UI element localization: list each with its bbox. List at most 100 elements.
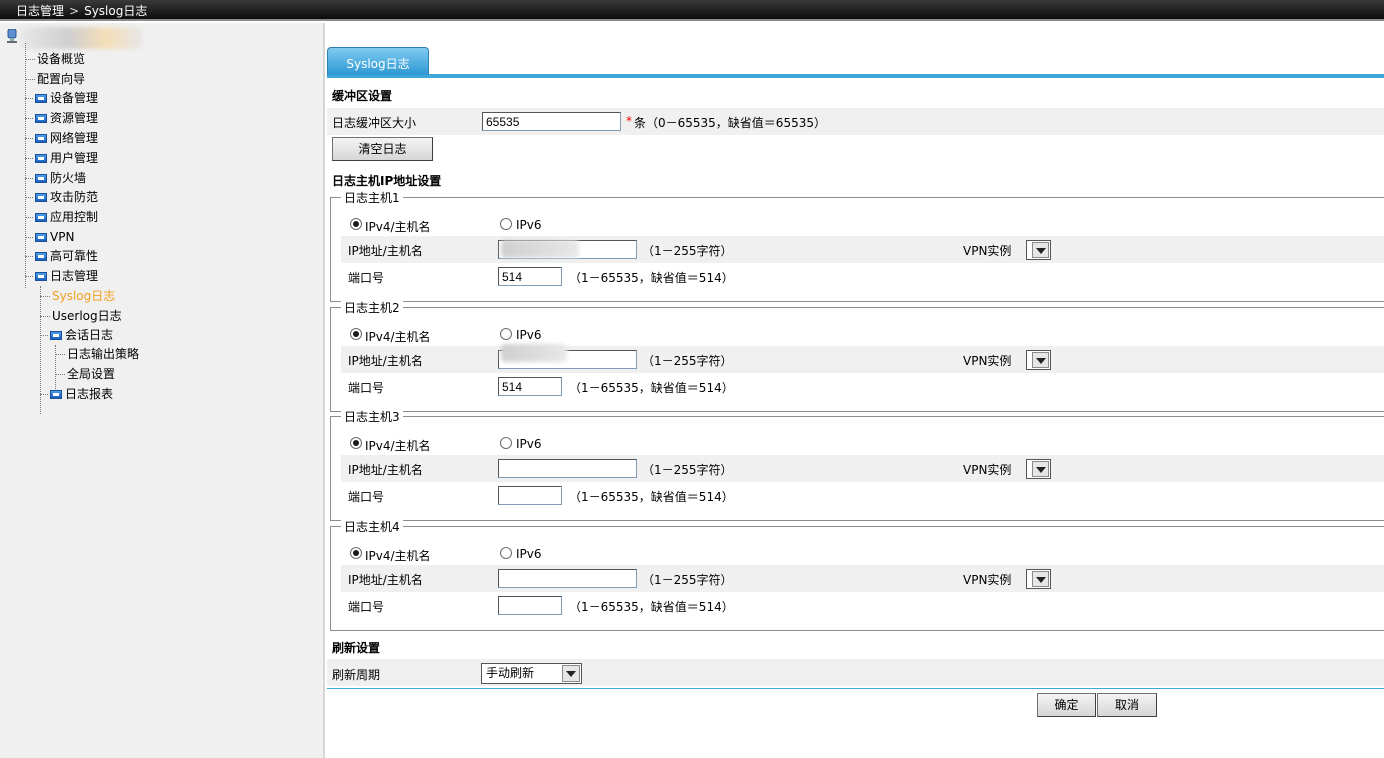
sidebar-item-log-output-policy[interactable]: 日志输出策略 bbox=[55, 345, 139, 363]
chevron-down-icon bbox=[1032, 242, 1049, 258]
port-input[interactable] bbox=[498, 377, 562, 396]
sidebar-item-vpn[interactable]: VPN bbox=[25, 228, 74, 246]
log-host-4-group: 日志主机4 IPv4/主机名 IPv6 IP地址/主机名 （1－255字符） V… bbox=[330, 518, 1384, 631]
breadcrumb-separator: > bbox=[69, 4, 80, 18]
buffer-size-input[interactable] bbox=[482, 112, 621, 131]
sidebar-item-resource-mgmt[interactable]: 资源管理 bbox=[25, 109, 98, 127]
log-host-1-group: 日志主机1 IPv4/主机名 IPv6 IP地址/主机名 （1－255字符） V… bbox=[330, 189, 1384, 302]
port-label: 端口号 bbox=[348, 271, 385, 285]
ipv6-label: IPv6 bbox=[516, 547, 542, 561]
section-title-refresh: 刷新设置 bbox=[332, 641, 381, 655]
breadcrumb-current: Syslog日志 bbox=[84, 4, 148, 18]
chevron-down-icon bbox=[1032, 352, 1049, 368]
breadcrumb-parent[interactable]: 日志管理 bbox=[16, 4, 64, 18]
log-host-2-legend: 日志主机2 bbox=[341, 299, 403, 316]
sidebar-item-log-mgmt[interactable]: 日志管理 bbox=[25, 267, 98, 285]
port-label: 端口号 bbox=[348, 490, 385, 504]
chevron-down-icon bbox=[1032, 461, 1049, 477]
ipv4-label: IPv4/主机名 bbox=[365, 439, 431, 453]
tab-syslog[interactable]: Syslog日志 bbox=[327, 47, 429, 75]
sidebar-item-syslog[interactable]: Syslog日志 bbox=[40, 287, 115, 305]
ipv4-label: IPv4/主机名 bbox=[365, 330, 431, 344]
folder-icon bbox=[35, 94, 47, 103]
sidebar-item-userlog[interactable]: Userlog日志 bbox=[40, 307, 122, 325]
sidebar-item-firewall[interactable]: 防火墙 bbox=[25, 169, 86, 187]
ip-value-redacted bbox=[501, 240, 579, 258]
port-label: 端口号 bbox=[348, 600, 385, 614]
ipv4-radio[interactable] bbox=[350, 547, 362, 559]
ip-label: IP地址/主机名 bbox=[348, 354, 423, 368]
folder-icon bbox=[35, 134, 47, 143]
folder-icon bbox=[35, 114, 47, 123]
ipv4-label: IPv4/主机名 bbox=[365, 549, 431, 563]
sidebar-item-wizard[interactable]: 配置向导 bbox=[25, 70, 85, 88]
folder-icon bbox=[35, 154, 47, 163]
ip-input[interactable] bbox=[498, 459, 637, 478]
folder-icon bbox=[50, 390, 62, 399]
folder-icon bbox=[35, 213, 47, 222]
ip-label: IP地址/主机名 bbox=[348, 573, 423, 587]
ipv6-label: IPv6 bbox=[516, 328, 542, 342]
section-title-buffer: 缓冲区设置 bbox=[332, 89, 393, 103]
clear-log-button[interactable]: 清空日志 bbox=[332, 137, 433, 161]
vpn-select[interactable] bbox=[1026, 350, 1051, 370]
ok-button[interactable]: 确定 bbox=[1037, 693, 1096, 717]
port-hint: （1－65535，缺省值＝514） bbox=[569, 600, 734, 614]
sidebar-item-overview[interactable]: 设备概览 bbox=[25, 50, 85, 68]
vpn-select[interactable] bbox=[1026, 459, 1051, 479]
device-name-redacted[interactable] bbox=[20, 27, 142, 49]
ip-hint: （1－255字符） bbox=[642, 244, 733, 258]
port-input[interactable] bbox=[498, 267, 562, 286]
log-host-4-legend: 日志主机4 bbox=[341, 518, 403, 535]
sidebar-item-log-report[interactable]: 日志报表 bbox=[40, 385, 113, 403]
ipv6-radio[interactable] bbox=[500, 218, 512, 230]
section-title-hosts: 日志主机IP地址设置 bbox=[332, 174, 442, 188]
vpn-label: VPN实例 bbox=[963, 354, 1012, 368]
folder-icon bbox=[35, 252, 47, 261]
ipv4-radio[interactable] bbox=[350, 218, 362, 230]
ipv6-label: IPv6 bbox=[516, 218, 542, 232]
sidebar-item-high-availability[interactable]: 高可靠性 bbox=[25, 247, 98, 265]
port-hint: （1－65535，缺省值＝514） bbox=[569, 271, 734, 285]
ip-hint: （1－255字符） bbox=[642, 573, 733, 587]
buffer-size-label: 日志缓冲区大小 bbox=[332, 116, 417, 130]
sidebar-item-attack-defense[interactable]: 攻击防范 bbox=[25, 188, 98, 206]
ip-label: IP地址/主机名 bbox=[348, 463, 423, 477]
vpn-label: VPN实例 bbox=[963, 463, 1012, 477]
port-input[interactable] bbox=[498, 596, 562, 615]
ip-hint: （1－255字符） bbox=[642, 463, 733, 477]
port-input[interactable] bbox=[498, 486, 562, 505]
cancel-button[interactable]: 取消 bbox=[1097, 693, 1157, 717]
port-label: 端口号 bbox=[348, 381, 385, 395]
sidebar-item-session-log[interactable]: 会话日志 bbox=[40, 326, 113, 344]
refresh-period-select[interactable]: 手动刷新 bbox=[481, 663, 582, 684]
ipv6-radio[interactable] bbox=[500, 328, 512, 340]
sidebar-item-device-mgmt[interactable]: 设备管理 bbox=[25, 89, 98, 107]
ip-input[interactable] bbox=[498, 569, 637, 588]
log-host-2-group: 日志主机2 IPv4/主机名 IPv6 IP地址/主机名 （1－255字符） V… bbox=[330, 299, 1384, 412]
folder-open-icon bbox=[35, 272, 47, 281]
vpn-select[interactable] bbox=[1026, 240, 1051, 260]
folder-icon bbox=[35, 193, 47, 202]
ipv6-radio[interactable] bbox=[500, 437, 512, 449]
sidebar-item-network-mgmt[interactable]: 网络管理 bbox=[25, 129, 98, 147]
vpn-label: VPN实例 bbox=[963, 573, 1012, 587]
port-hint: （1－65535，缺省值＝514） bbox=[569, 490, 734, 504]
device-icon bbox=[7, 29, 17, 43]
divider bbox=[327, 688, 1384, 689]
sidebar-item-app-control[interactable]: 应用控制 bbox=[25, 208, 98, 226]
sidebar-item-user-mgmt[interactable]: 用户管理 bbox=[25, 149, 98, 167]
refresh-period-label: 刷新周期 bbox=[332, 668, 381, 682]
port-hint: （1－65535，缺省值＝514） bbox=[569, 381, 734, 395]
chevron-down-icon bbox=[1032, 571, 1049, 587]
sidebar-item-global-settings[interactable]: 全局设置 bbox=[55, 365, 115, 383]
log-host-1-legend: 日志主机1 bbox=[341, 189, 403, 206]
log-host-3-group: 日志主机3 IPv4/主机名 IPv6 IP地址/主机名 （1－255字符） V… bbox=[330, 408, 1384, 521]
ipv4-radio[interactable] bbox=[350, 437, 362, 449]
chevron-down-icon bbox=[562, 665, 580, 682]
ipv6-radio[interactable] bbox=[500, 547, 512, 559]
vpn-select[interactable] bbox=[1026, 569, 1051, 589]
ipv4-radio[interactable] bbox=[350, 328, 362, 340]
log-host-3-legend: 日志主机3 bbox=[341, 408, 403, 425]
sidebar-tree: 设备概览 配置向导 设备管理 资源管理 网络管理 用户管理 防火墙 攻击防范 应… bbox=[0, 23, 325, 758]
